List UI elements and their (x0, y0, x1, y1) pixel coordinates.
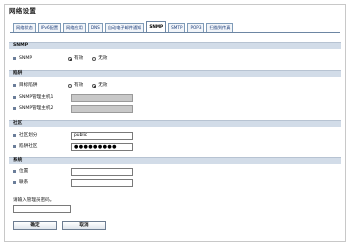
section-header-system: 系统 (9, 157, 341, 164)
tab-smtp[interactable]: SMTP (168, 23, 186, 32)
option-label: 有效 (74, 56, 84, 61)
tab-network-application[interactable]: 网络应用 (63, 23, 86, 32)
tab-divider (10, 32, 340, 33)
bullet-icon (13, 170, 16, 173)
tab-auto-email-notification[interactable]: 自动电子邮件通知 (104, 23, 145, 32)
trap-label: 目标陷阱 (19, 83, 38, 88)
admin-password-prompt: 请输入管理员密码。 (13, 198, 55, 203)
bullet-icon (13, 134, 16, 137)
radio-selected-icon[interactable] (68, 57, 72, 61)
cancel-button[interactable]: 取消 (62, 221, 106, 230)
community-name-input[interactable]: public (71, 132, 133, 140)
row-snmp-host-2: SNMP管理主机2 (9, 104, 341, 114)
contact-input[interactable] (71, 179, 133, 187)
tab-dns[interactable]: DNS (87, 23, 103, 32)
bullet-icon (13, 181, 16, 184)
option-label: 有效 (74, 83, 84, 88)
tab-network-status[interactable]: 网络状态 (13, 23, 36, 32)
option-label: 无效 (98, 83, 108, 88)
snmp-label: SNMP (19, 56, 33, 61)
page-title: 网络设置 (9, 7, 37, 15)
snmp-host-2-label: SNMP管理主机2 (19, 106, 54, 111)
bullet-icon (13, 107, 16, 110)
admin-password-input[interactable] (13, 205, 71, 213)
radio-unselected-icon[interactable] (68, 84, 72, 88)
bullet-icon (13, 84, 16, 87)
row-snmp-host-1: SNMP管理主机1 (9, 93, 341, 103)
snmp-host-1-label: SNMP管理主机1 (19, 95, 54, 100)
row-snmp: SNMP 有效 无效 (9, 54, 341, 64)
bullet-icon (13, 57, 16, 60)
snmp-host-2-input[interactable] (71, 105, 133, 113)
trap-community-password-input[interactable]: ●●●●●●●●● (71, 143, 133, 151)
radio-selected-icon[interactable] (92, 84, 97, 88)
trap-option-enabled[interactable]: 有效 (68, 82, 83, 90)
section-header-trap: 陷阱 (9, 70, 341, 77)
location-label: 位置 (19, 169, 29, 174)
option-label: 无效 (98, 56, 108, 61)
snmp-radio-group: 有效 无效 (68, 55, 113, 63)
bullet-icon (13, 145, 16, 148)
section-header-snmp: SNMP (9, 42, 341, 49)
contact-label: 联系 (19, 180, 29, 185)
tab-pop3[interactable]: POP3 (187, 23, 205, 32)
bullet-icon (13, 96, 16, 99)
tab-bar: 网络状态 IPv6配置 网络应用 DNS 自动电子邮件通知 SNMP SMTP … (13, 21, 235, 32)
row-contact: 联系 (9, 178, 341, 188)
tab-ipv6-config[interactable]: IPv6配置 (37, 23, 62, 32)
snmp-host-1-input[interactable] (71, 94, 133, 102)
snmp-option-enabled[interactable]: 有效 (68, 55, 83, 63)
row-trap-community: 陷阱社区 ●●●●●●●●● (9, 142, 341, 152)
radio-unselected-icon[interactable] (92, 57, 97, 61)
tab-snmp[interactable]: SNMP (146, 21, 167, 32)
trap-community-label: 陷阱社区 (19, 144, 38, 149)
community-name-label: 社区划分 (19, 133, 38, 138)
row-community-name: 社区划分 public (9, 131, 341, 141)
section-header-community: 社区 (9, 120, 341, 127)
location-input[interactable] (71, 168, 133, 176)
trap-option-disabled[interactable]: 无效 (92, 82, 107, 90)
trap-radio-group: 有效 无效 (68, 82, 113, 90)
row-trap: 目标陷阱 有效 无效 (9, 81, 341, 91)
snmp-option-disabled[interactable]: 无效 (92, 55, 107, 63)
ok-button[interactable]: 确定 (13, 221, 57, 230)
tab-scan-to-fax[interactable]: 扫描到传真 (206, 23, 234, 32)
row-location: 位置 (9, 167, 341, 177)
